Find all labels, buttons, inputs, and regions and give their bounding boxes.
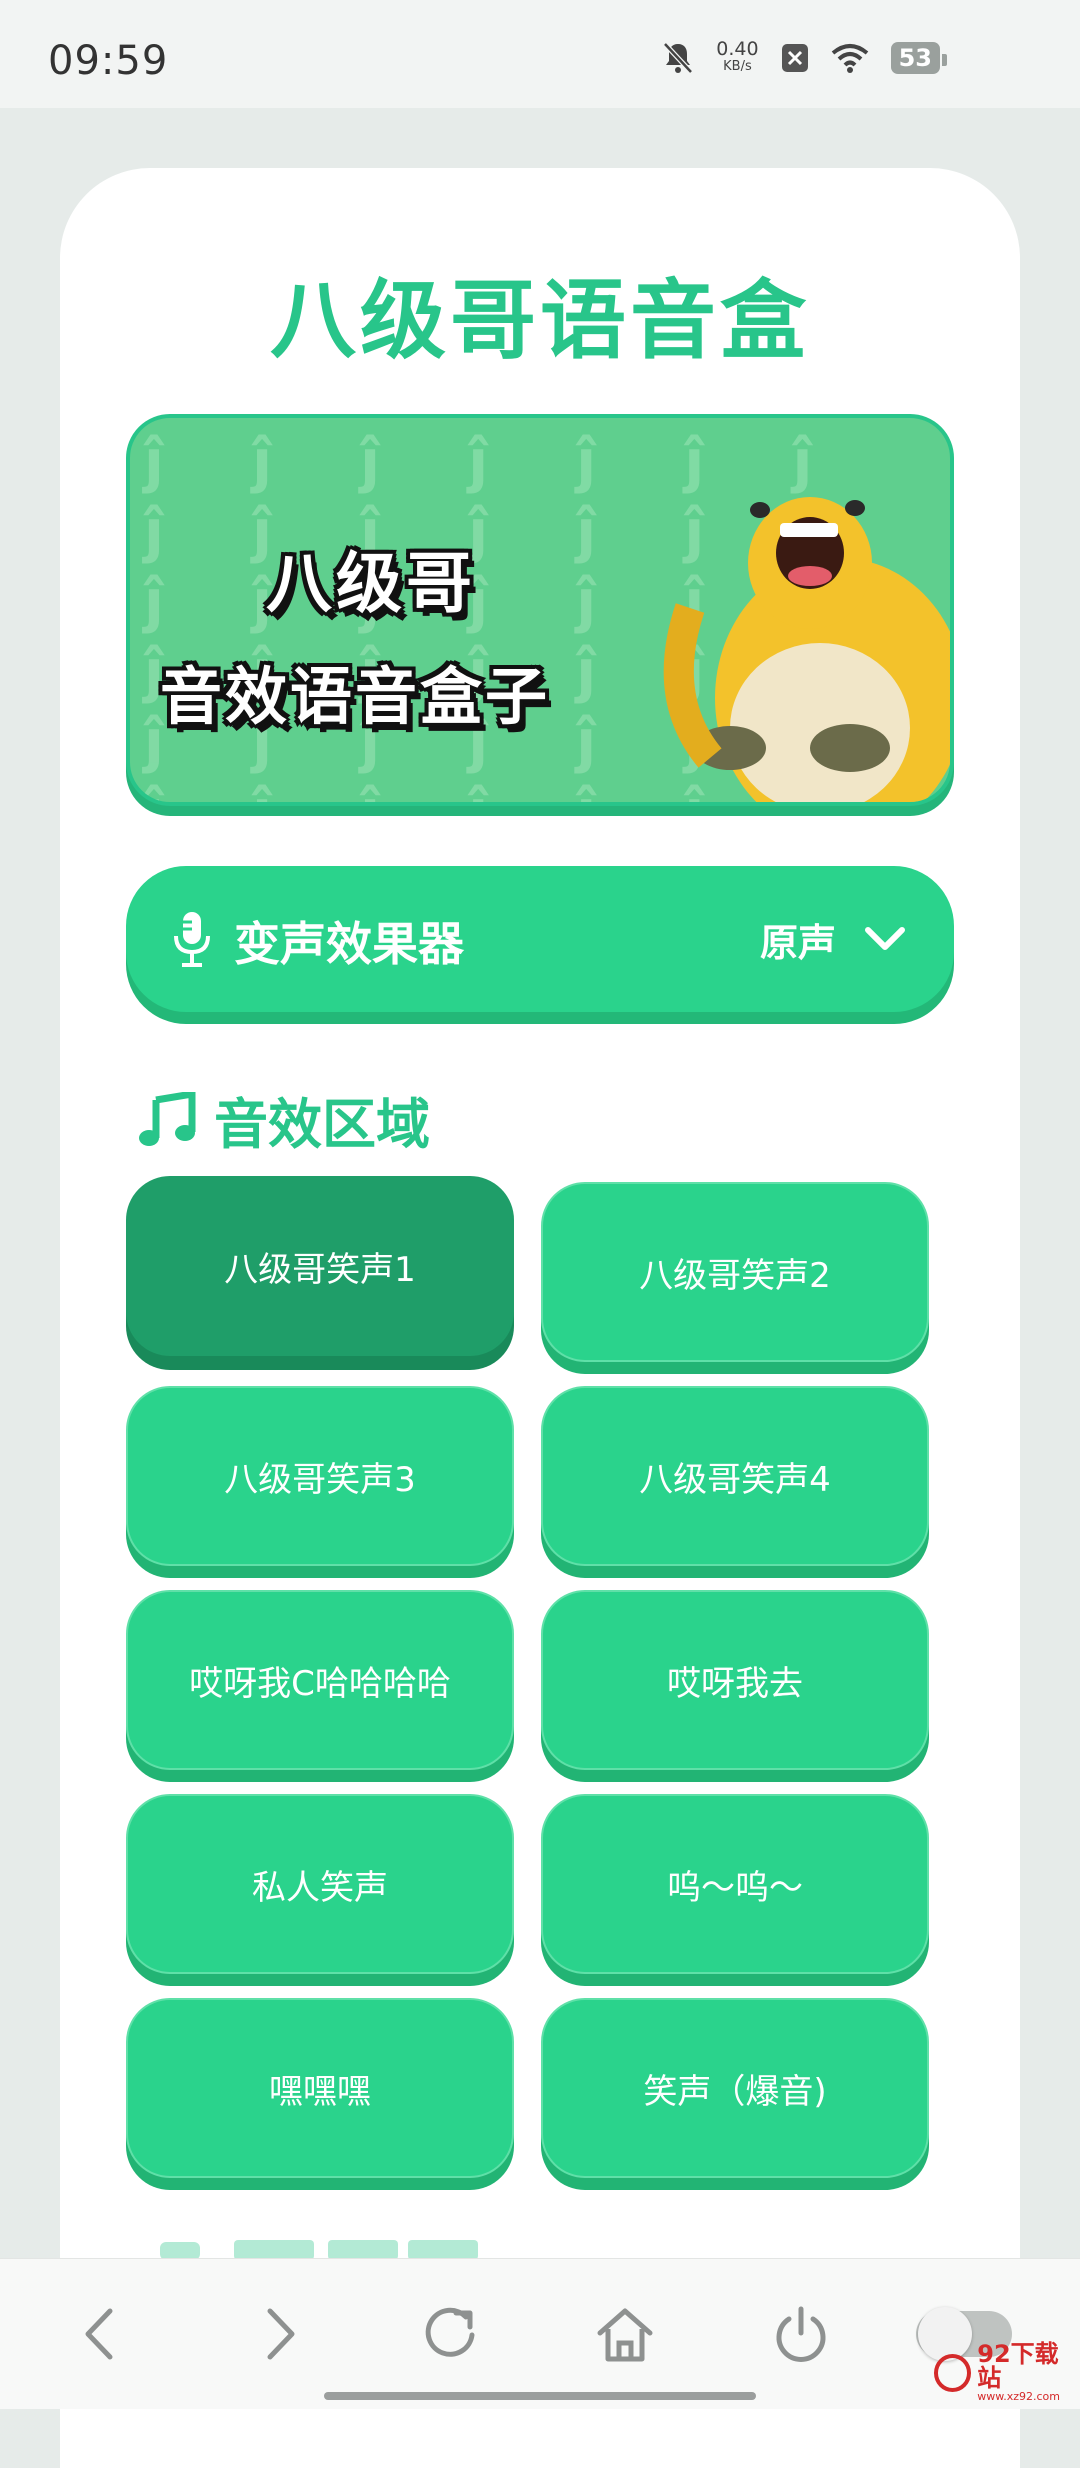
microphone-icon [174,912,210,967]
browser-navigation-bar [0,2258,1080,2409]
battery-indicator: 53 [890,42,948,74]
sound-button-8[interactable]: 呜～呜～ [541,1794,929,1974]
watermark: 92下载站 www.xz92.com [934,2342,1080,2403]
status-bar: 09:59 0.40 KB/s 53 [0,0,1080,108]
next-section-header-partial [160,2240,478,2260]
wifi-icon [831,44,868,73]
sound-button-9[interactable]: 嘿嘿嘿 [126,1998,514,2178]
sound-button-4[interactable]: 八级哥笑声4 [541,1386,929,1566]
sound-button-1[interactable]: 八级哥笑声1 [126,1176,514,1356]
home-indicator[interactable] [324,2392,756,2400]
voice-changer-select[interactable]: 变声效果器 原声 [126,866,954,1012]
sound-button-10[interactable]: 笑声（爆音) [541,1998,929,2178]
status-icons: 0.40 KB/s 53 [662,38,948,76]
sound-button-6[interactable]: 哎呀我去 [541,1590,929,1770]
notification-close-icon [781,44,808,72]
watermark-name: 92下载站 [977,2340,1059,2392]
sound-button-2[interactable]: 八级哥笑声2 [541,1182,929,1362]
voice-changer-value: 原声 [759,921,836,965]
sound-button-7[interactable]: 私人笑声 [126,1794,514,1974]
power-icon[interactable] [766,2299,836,2369]
banner-title: 八级哥 [266,545,476,622]
network-speed: 0.40 KB/s [716,38,759,75]
banner: ĵ ĵ ĵ ĵ ĵ ĵ ĵ ĵ ĵ ĵ ĵ ĵ ĵ ĵ ĵ ĵ ĵ ĵ ĵ ĵ … [126,414,954,806]
music-note-icon [139,1091,196,1146]
sound-section-header: 音效区域 [138,1080,430,1159]
app-title: 八级哥语音盒 [270,271,810,371]
status-time: 09:59 [48,38,169,84]
refresh-icon[interactable] [416,2299,486,2369]
voice-changer-label: 变声效果器 [234,917,464,971]
sound-section-title: 音效区域 [214,1093,430,1156]
banner-subtitle: 音效语音盒子 [160,660,551,733]
watermark-logo-icon [934,2353,972,2392]
home-icon[interactable] [590,2299,660,2369]
back-icon[interactable] [68,2299,138,2369]
chevron-down-icon [865,927,905,950]
forward-icon[interactable] [242,2299,312,2369]
watermark-url: www.xz92.com [977,2390,1060,2403]
mute-bell-icon [663,42,694,74]
mascot-image [663,497,950,802]
sound-button-5[interactable]: 哎呀我C哈哈哈哈 [126,1590,514,1770]
sound-button-3[interactable]: 八级哥笑声3 [126,1386,514,1566]
